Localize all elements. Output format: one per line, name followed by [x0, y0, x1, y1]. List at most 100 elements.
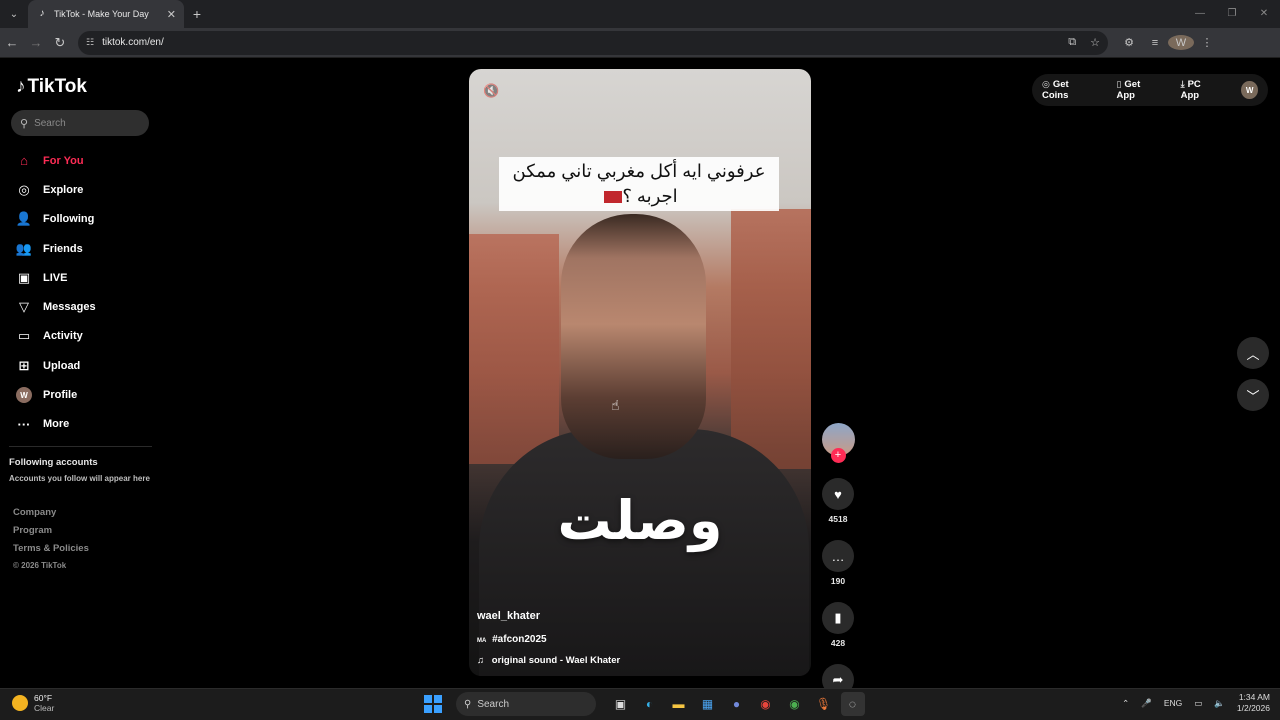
footer-link-terms[interactable]: Terms & Policies — [13, 543, 89, 561]
tab-search-icon[interactable]: ⌄ — [0, 0, 28, 28]
sidebar-item-label: Explore — [43, 183, 84, 196]
mute-icon[interactable]: 🔇 — [483, 83, 499, 99]
video-sound[interactable]: ♫ original sound - Wael Khater — [477, 655, 620, 666]
sidebar-item-following[interactable]: 👤 Following — [16, 205, 156, 234]
edge-icon[interactable]: ◐ — [638, 692, 662, 716]
previous-video-button[interactable]: ︿ — [1237, 337, 1269, 369]
sidebar-item-for-you[interactable]: ⌂ For You — [16, 146, 156, 175]
copyright: © 2026 TikTok — [13, 561, 67, 570]
active-app-icon[interactable]: ◌ — [840, 692, 865, 716]
sidebar-item-explore[interactable]: ◎ Explore — [16, 175, 156, 204]
video-scene — [731, 209, 811, 469]
video-player[interactable]: 🔇 عرفوني ايه أكل مغربي تاني ممكن اجربه ؟… — [469, 69, 811, 676]
sidebar-divider — [9, 446, 152, 447]
close-tab-icon[interactable]: ✕ — [167, 8, 176, 21]
taskbar-search[interactable]: ⚲ Search — [456, 692, 596, 716]
sidebar-item-label: Upload — [43, 359, 81, 372]
maximize-icon[interactable]: ❐ — [1216, 0, 1248, 28]
music-note-icon: ♫ — [477, 655, 485, 666]
like-button[interactable]: ♥ 4518 — [820, 478, 856, 524]
microphone-icon[interactable]: 🎤 — [1141, 698, 1152, 709]
next-video-button[interactable]: ﹀ — [1237, 379, 1269, 411]
avatar[interactable]: W — [1241, 81, 1258, 99]
minimize-icon[interactable]: — — [1184, 0, 1216, 28]
taskbar-search-label: Search — [477, 698, 510, 710]
bookmark-icon: ▮ — [822, 602, 854, 634]
task-view-icon[interactable]: ▣ — [609, 692, 633, 716]
volume-icon[interactable]: 🔈 — [1214, 698, 1225, 709]
sidebar-item-live[interactable]: ▣ LIVE — [16, 263, 156, 292]
chevron-down-icon: ﹀ — [1246, 388, 1260, 404]
sidebar-item-label: Friends — [43, 242, 83, 255]
following-icon: 👤 — [15, 211, 33, 227]
friends-icon: 👥 — [15, 240, 33, 256]
get-coins-button[interactable]: ◎ Get Coins — [1042, 79, 1104, 101]
weather-condition: Clear — [34, 703, 55, 713]
url-field[interactable]: ☷ tiktok.com/en/ ⧉ ☆ — [78, 30, 1108, 55]
sidebar-item-messages[interactable]: ▽ Messages — [16, 292, 156, 321]
following-accounts-heading: Following accounts — [9, 457, 98, 468]
caption-line: اجربه ؟ — [622, 186, 678, 206]
language-badge: MA — [477, 638, 487, 644]
sidebar-item-label: Following — [43, 213, 95, 226]
start-icon[interactable] — [424, 695, 442, 713]
video-author[interactable]: wael_khater — [477, 610, 540, 622]
save-button[interactable]: ▮ 428 — [820, 602, 856, 648]
video-actions: + ♥ 4518 … 190 ▮ 428 ➦ 187 — [820, 423, 856, 710]
home-icon: ⌂ — [20, 153, 28, 169]
footer-link-program[interactable]: Program — [13, 525, 89, 543]
network-icon[interactable]: ▭ — [1194, 698, 1202, 709]
discord-icon[interactable]: ● — [725, 692, 749, 716]
window-controls: — ❐ ✕ — [1184, 0, 1280, 28]
sidebar-item-activity[interactable]: ▭ Activity — [16, 322, 156, 351]
clock[interactable]: 1:34 AM 1/2/2026 — [1237, 692, 1270, 714]
search-input[interactable] — [34, 117, 135, 129]
comment-button[interactable]: … 190 — [820, 540, 856, 586]
sidebar-item-label: For You — [43, 154, 84, 167]
following-accounts-note: Accounts you follow will appear here — [9, 474, 150, 483]
microphone-app-icon[interactable]: 🎙 — [812, 692, 836, 716]
caption-line: عرفوني ايه أكل مغربي تاني ممكن — [512, 161, 766, 181]
sidebar-item-friends[interactable]: 👥 Friends — [16, 234, 156, 263]
sidebar-item-upload[interactable]: ⊞ Upload — [16, 351, 156, 380]
sidebar-nav: ⌂ For You ◎ Explore 👤 Following 👥 Friend… — [16, 146, 156, 439]
profile-button[interactable]: W — [1168, 35, 1194, 50]
extensions-icon[interactable]: ⚙ — [1116, 36, 1142, 49]
tiktok-logo[interactable]: ♪ TikTok — [16, 76, 87, 98]
close-window-icon[interactable]: ✕ — [1248, 0, 1280, 28]
bookmark-star-icon[interactable]: ☆ — [1090, 36, 1100, 49]
hashtag-link[interactable]: #afcon2025 — [492, 634, 546, 645]
new-tab-icon[interactable]: + — [184, 6, 210, 22]
back-icon[interactable]: ← — [0, 35, 24, 50]
get-app-button[interactable]: ▯ Get App — [1116, 79, 1168, 101]
pc-app-button[interactable]: ⤓ PC App — [1181, 79, 1230, 101]
store-icon[interactable]: ▦ — [696, 692, 720, 716]
chrome-profile-icon[interactable]: ◉ — [783, 692, 807, 716]
chrome-icon[interactable]: ◉ — [754, 692, 778, 716]
system-tray: ⌃ 🎤 ENG ▭ 🔈 1:34 AM 1/2/2026 — [1110, 692, 1270, 714]
file-explorer-icon[interactable]: ▬ — [667, 692, 691, 716]
sidebar-item-more[interactable]: ··· More — [16, 410, 156, 439]
creator-avatar[interactable]: + — [821, 423, 855, 463]
taskbar: 60°F Clear ⚲ Search ▣ ◐ ▬ ▦ ● ◉ ◉ 🎙 ◌ ⌃ … — [0, 688, 1280, 720]
forward-icon[interactable]: → — [24, 35, 48, 50]
install-app-icon[interactable]: ⧉ — [1068, 36, 1076, 49]
sidebar-item-profile[interactable]: W Profile — [16, 380, 156, 409]
browser-tab[interactable]: ♪ TikTok - Make Your Day ✕ — [28, 0, 184, 28]
top-right-actions: ◎ Get Coins ▯ Get App ⤓ PC App W — [1032, 74, 1268, 106]
search-box[interactable]: ⚲ — [11, 110, 149, 136]
menu-icon[interactable]: ⋮ — [1194, 36, 1220, 49]
video-person — [561, 214, 706, 459]
site-info-icon[interactable]: ☷ — [86, 37, 94, 48]
media-icon[interactable]: ≡ — [1142, 37, 1168, 49]
weather-widget[interactable]: 60°F Clear — [12, 693, 54, 713]
like-count: 4518 — [828, 514, 848, 524]
weather-sun-icon — [12, 695, 28, 711]
input-language[interactable]: ENG — [1164, 698, 1182, 708]
taskbar-apps: ⚲ Search ▣ ◐ ▬ ▦ ● ◉ ◉ 🎙 ◌ — [424, 692, 867, 716]
follow-plus-icon[interactable]: + — [830, 448, 846, 463]
reload-icon[interactable]: ↻ — [48, 35, 72, 51]
date: 1/2/2026 — [1236, 703, 1270, 713]
footer-link-company[interactable]: Company — [13, 507, 89, 525]
chevron-up-icon[interactable]: ⌃ — [1122, 698, 1129, 709]
